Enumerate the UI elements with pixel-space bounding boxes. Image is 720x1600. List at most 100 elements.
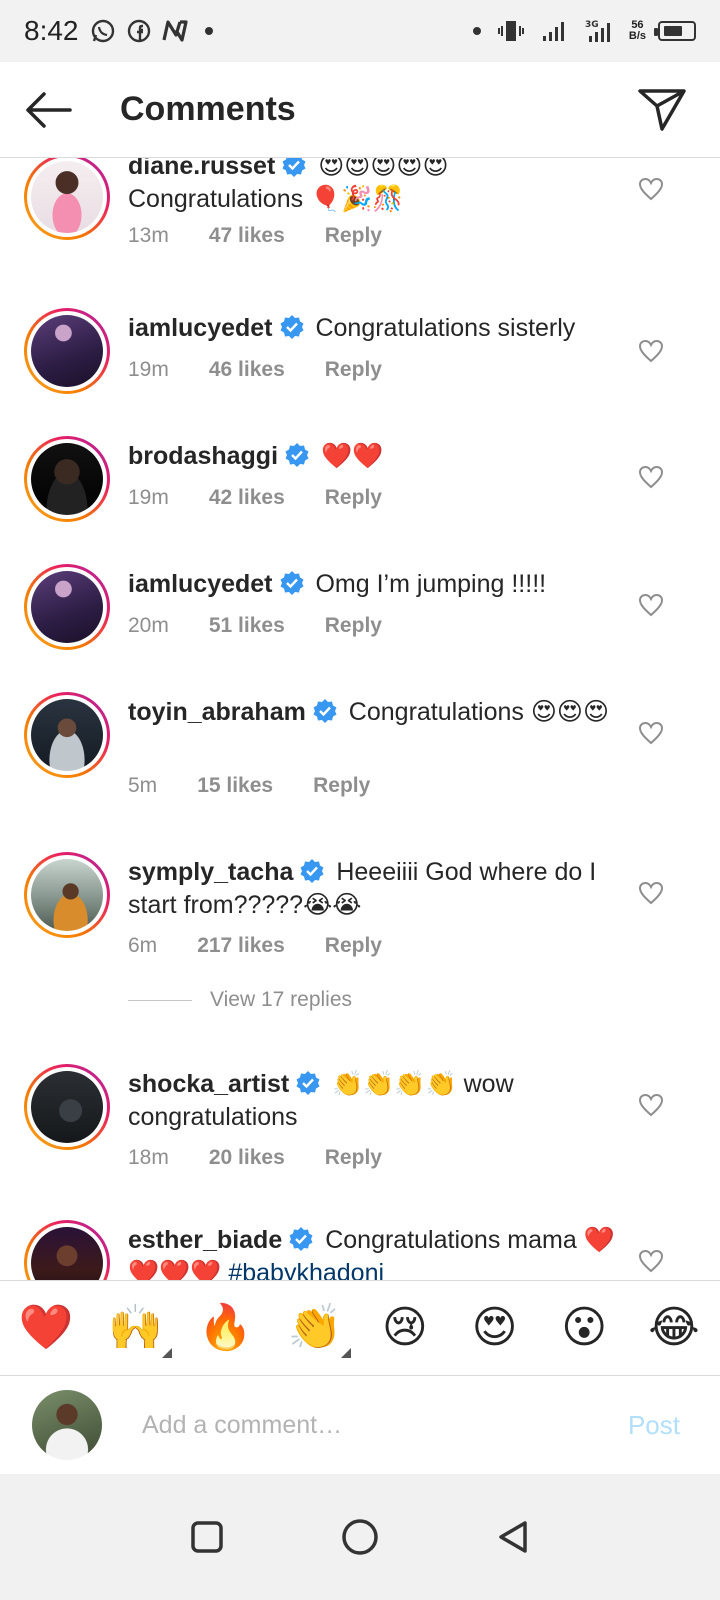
reply-button[interactable]: Reply — [325, 486, 382, 510]
avatar[interactable] — [24, 436, 110, 522]
send-icon — [638, 88, 686, 131]
vibrate-icon — [497, 17, 525, 45]
comment-item: brodashaggi ❤️❤️ 19m 42 likes Reply — [0, 436, 720, 546]
heart-outline-icon — [638, 465, 664, 489]
dot-icon — [472, 27, 481, 35]
status-indicators: 3G 56 B/s — [465, 17, 696, 45]
verified-badge-icon — [280, 571, 304, 595]
comments-list[interactable]: diane.russet 😍😍😍😍😍 Congratulations 🎈🎉🎊 1… — [0, 158, 720, 1280]
comment-likes[interactable]: 46 likes — [209, 358, 285, 382]
emoji-heart-button[interactable]: ❤️ — [16, 1298, 76, 1358]
battery-fill — [664, 26, 682, 36]
comment-text: esther_biade Congratulations mama ❤️❤️❤️… — [128, 1224, 628, 1280]
emoji-crying-button[interactable]: 😢 — [375, 1298, 435, 1358]
arrow-left-icon — [26, 91, 72, 128]
comment-text: brodashaggi ❤️❤️ — [128, 440, 628, 473]
comment-likes[interactable]: 15 likes — [197, 774, 273, 798]
emoji-raising-hands-button[interactable]: 🙌 — [106, 1298, 172, 1358]
like-comment-button[interactable] — [636, 174, 666, 204]
reply-button[interactable]: Reply — [325, 934, 382, 958]
emoji-fire-button[interactable]: 🔥 — [195, 1298, 255, 1358]
verified-badge-icon — [313, 699, 337, 723]
comment-likes[interactable]: 47 likes — [209, 224, 285, 248]
comment-text: diane.russet 😍😍😍😍😍 Congratulations 🎈🎉🎊 — [128, 158, 628, 216]
signal-icon — [541, 17, 569, 45]
share-button[interactable] — [622, 62, 702, 158]
avatar[interactable] — [24, 1220, 110, 1280]
reply-button[interactable]: Reply — [325, 358, 382, 382]
avatar[interactable] — [24, 852, 110, 938]
emoji-heart-eyes-button[interactable]: 😍 — [465, 1298, 525, 1358]
reply-button[interactable]: Reply — [325, 1146, 382, 1170]
status-bar: 8:42 3G 56 B/s — [0, 0, 720, 62]
verified-badge-icon — [282, 158, 306, 177]
comment-username[interactable]: symply_tacha — [128, 858, 293, 886]
circle-icon — [342, 1519, 378, 1555]
back-nav-button[interactable] — [483, 1507, 543, 1567]
avatar[interactable] — [24, 1064, 110, 1150]
comment-meta: 5m 15 likes Reply — [128, 774, 370, 798]
hashtag-link[interactable]: #babykhadoni — [228, 1259, 384, 1280]
like-comment-button[interactable] — [636, 590, 666, 620]
comment-time: 19m — [128, 358, 169, 381]
comment-item: diane.russet 😍😍😍😍😍 Congratulations 🎈🎉🎊 1… — [0, 158, 720, 290]
avatar[interactable] — [24, 692, 110, 778]
page-title: Comments — [120, 90, 296, 128]
comment-input[interactable] — [142, 1410, 562, 1440]
reply-button[interactable]: Reply — [325, 614, 382, 638]
heart-outline-icon — [638, 593, 664, 617]
home-button[interactable] — [330, 1507, 390, 1567]
emoji-surprised-button[interactable]: 😮 — [554, 1298, 614, 1358]
comment-username[interactable]: esther_biade — [128, 1226, 282, 1254]
comment-likes[interactable]: 42 likes — [209, 486, 285, 510]
comment-meta: 18m 20 likes Reply — [128, 1146, 382, 1170]
post-button[interactable]: Post — [628, 1410, 680, 1441]
comment-content: Congratulations sisterly — [315, 314, 576, 342]
like-comment-button[interactable] — [636, 1090, 666, 1120]
view-replies-button[interactable]: View 17 replies — [128, 988, 352, 1012]
comment-item: iamlucyedet Omg I’m jumping !!!!! 20m 51… — [0, 564, 720, 674]
comment-username[interactable]: brodashaggi — [128, 442, 278, 470]
comment-time: 13m — [128, 224, 169, 247]
comment-time: 5m — [128, 774, 158, 797]
comment-content: ❤️❤️ — [320, 442, 384, 470]
comment-time: 18m — [128, 1146, 169, 1169]
comment-username[interactable]: shocka_artist — [128, 1070, 289, 1098]
triangle-back-icon — [499, 1521, 528, 1553]
verified-badge-icon — [285, 443, 309, 467]
comment-item: iamlucyedet Congratulations sisterly 19m… — [0, 308, 720, 418]
comment-username[interactable]: diane.russet — [128, 158, 275, 180]
emoji-laughing-button[interactable]: 😂 — [644, 1298, 704, 1358]
system-nav-bar — [0, 1474, 720, 1600]
comment-username[interactable]: toyin_abraham — [128, 698, 306, 726]
like-comment-button[interactable] — [636, 1246, 666, 1276]
comment-meta: 13m 47 likes Reply — [128, 224, 382, 248]
news-icon — [161, 17, 189, 45]
like-comment-button[interactable] — [636, 462, 666, 492]
comment-likes[interactable]: 20 likes — [209, 1146, 285, 1170]
comment-text: iamlucyedet Congratulations sisterly — [128, 312, 628, 345]
like-comment-button[interactable] — [636, 336, 666, 366]
verified-badge-icon — [300, 859, 324, 883]
svg-text:3G: 3G — [585, 20, 599, 30]
comment-content: Congratulations 😍😍😍 — [348, 698, 610, 726]
avatar[interactable] — [24, 158, 110, 240]
heart-outline-icon — [638, 881, 664, 905]
avatar[interactable] — [24, 564, 110, 650]
reply-button[interactable]: Reply — [313, 774, 370, 798]
emoji-clap-button[interactable]: 👏 — [285, 1298, 352, 1358]
comment-likes[interactable]: 217 likes — [197, 934, 285, 958]
avatar[interactable] — [24, 308, 110, 394]
back-button[interactable] — [8, 62, 88, 158]
heart-outline-icon — [638, 1093, 664, 1117]
comment-username[interactable]: iamlucyedet — [128, 314, 273, 342]
my-avatar — [32, 1390, 102, 1460]
comment-meta: 6m 217 likes Reply — [128, 934, 382, 958]
comment-username[interactable]: iamlucyedet — [128, 570, 273, 598]
like-comment-button[interactable] — [636, 878, 666, 908]
reply-button[interactable]: Reply — [325, 224, 382, 248]
comment-likes[interactable]: 51 likes — [209, 614, 285, 638]
like-comment-button[interactable] — [636, 718, 666, 748]
comment-text: iamlucyedet Omg I’m jumping !!!!! — [128, 568, 628, 601]
recents-button[interactable] — [177, 1507, 237, 1567]
